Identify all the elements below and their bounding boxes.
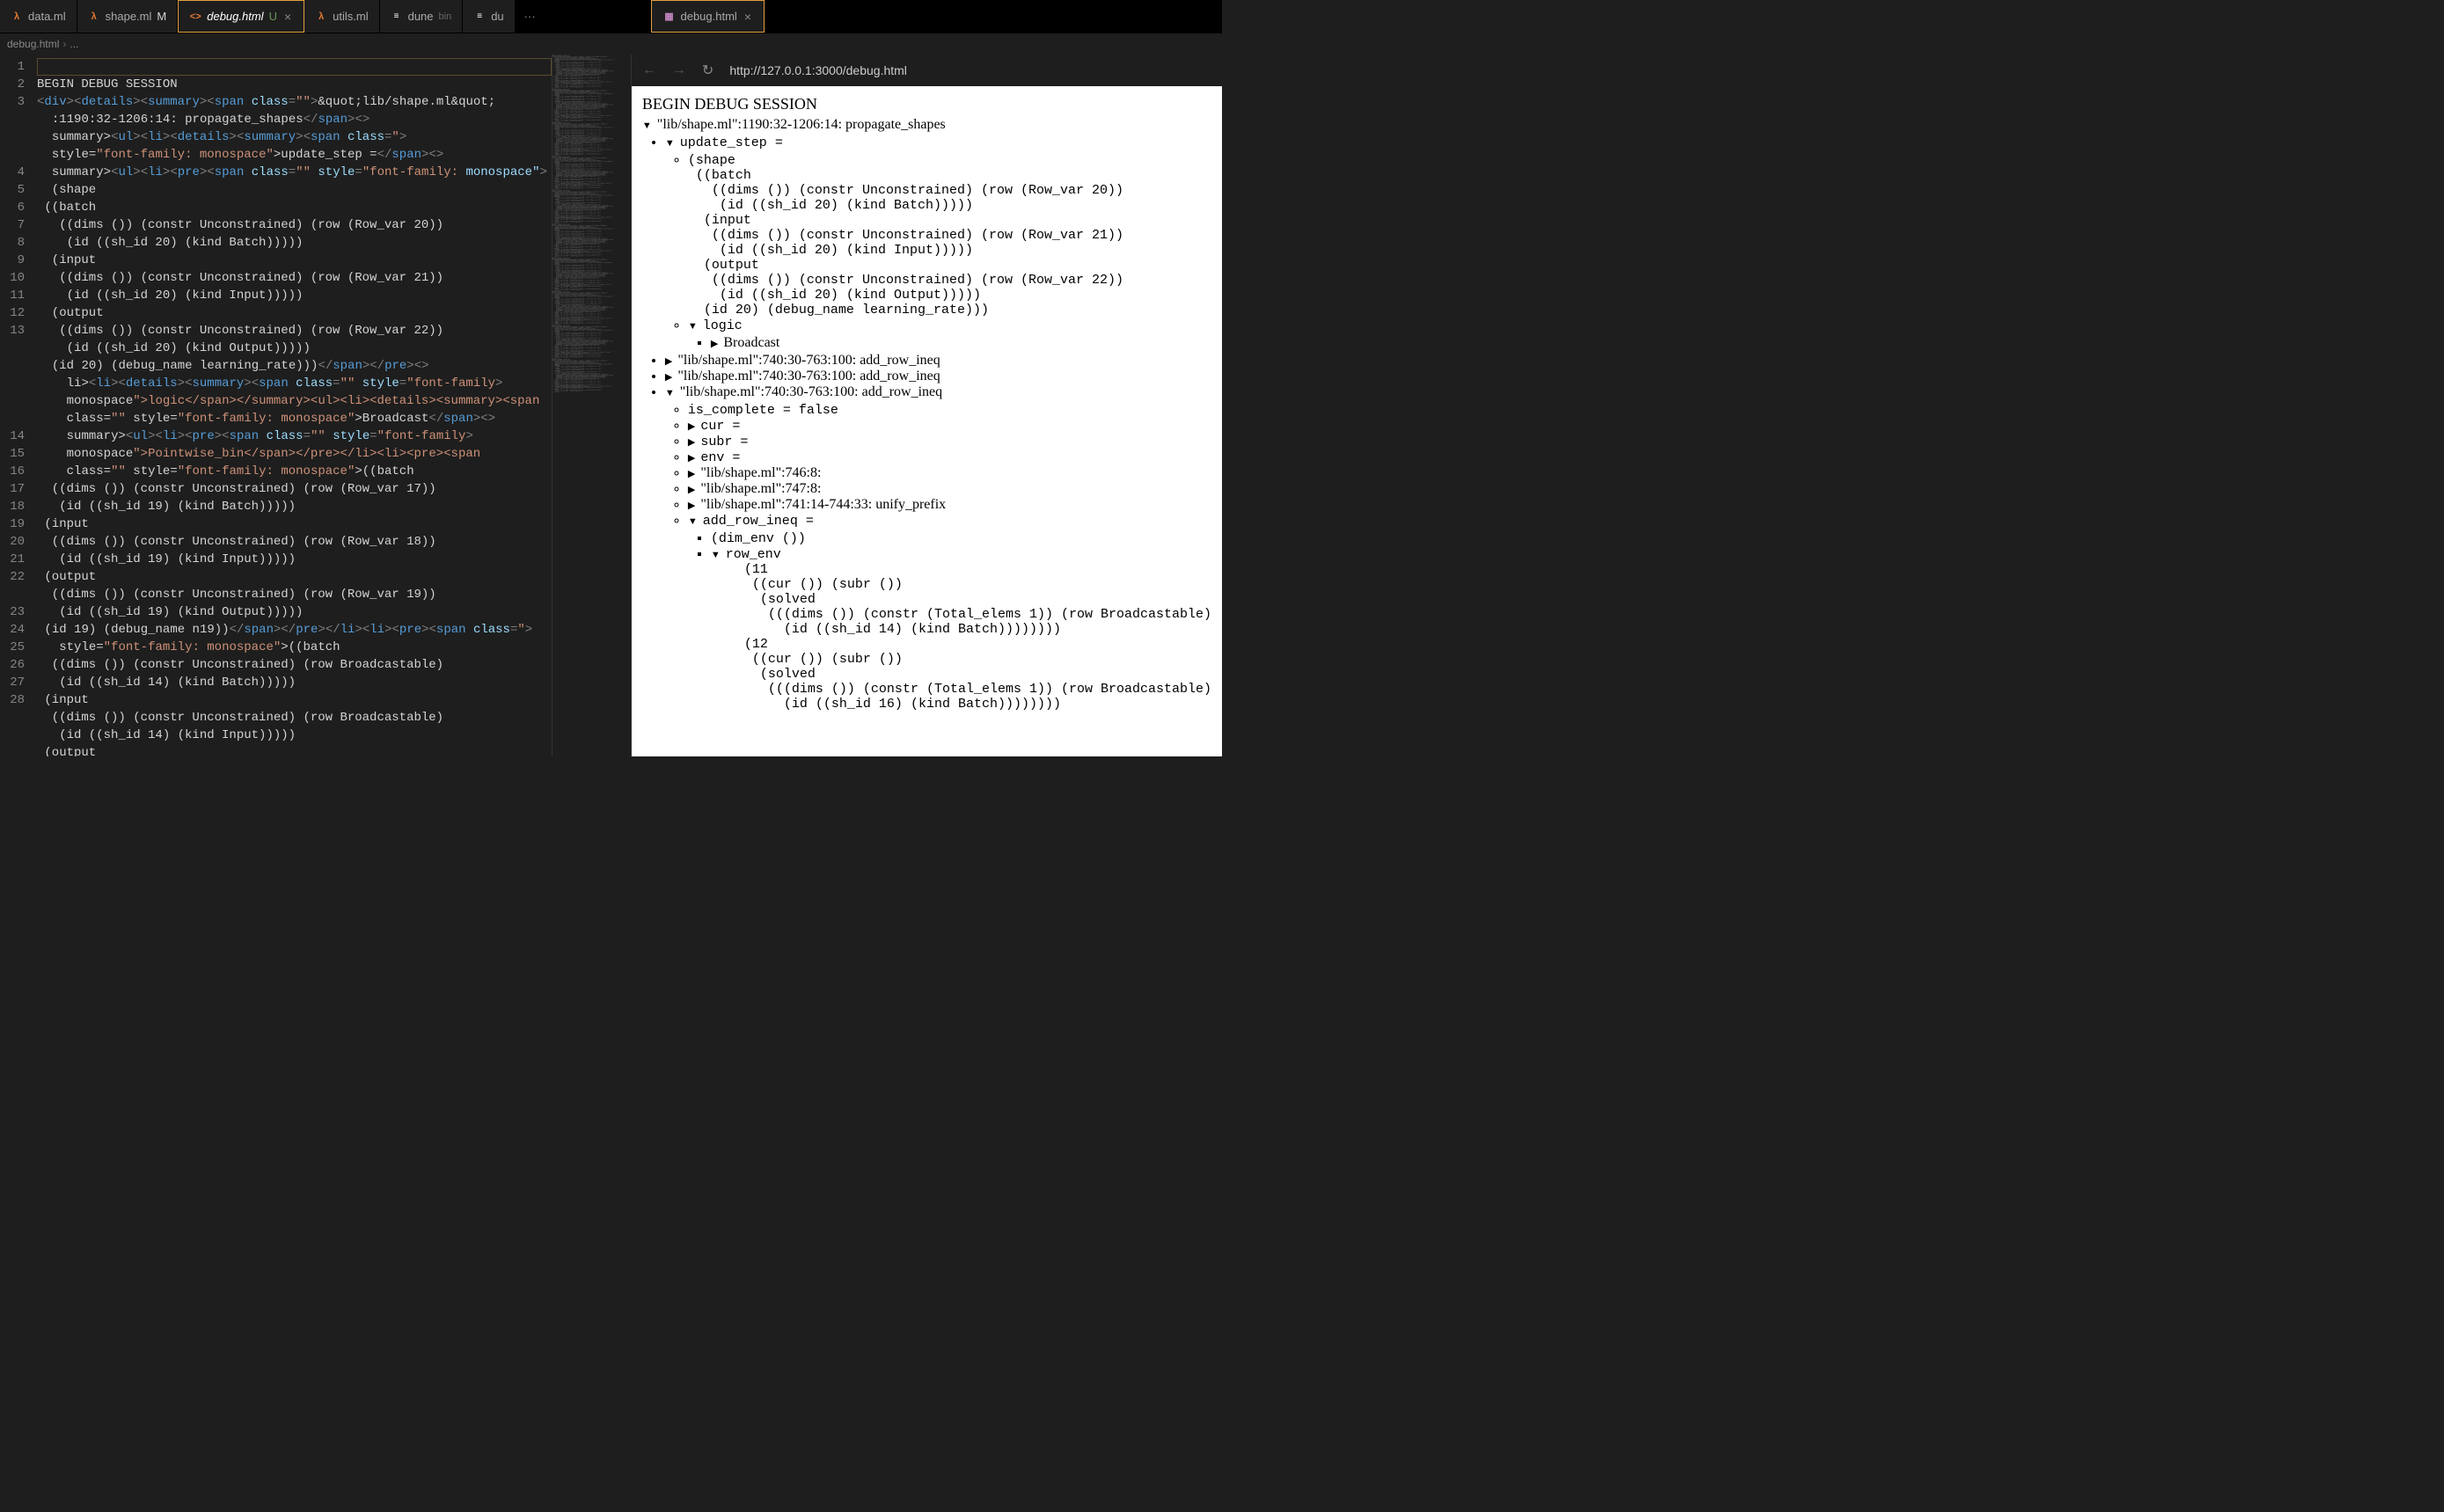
close-icon[interactable]: × — [282, 10, 293, 24]
disclosure-triangle-icon[interactable] — [665, 135, 678, 150]
page-title: BEGIN DEBUG SESSION — [642, 95, 1211, 113]
pre-text: is_complete = false — [688, 403, 838, 418]
tab-label: shape.ml — [106, 10, 152, 23]
ocaml-icon: λ — [315, 11, 327, 23]
breadcrumb-item[interactable]: debug.html — [7, 38, 59, 50]
disclosure-triangle-icon[interactable] — [665, 369, 676, 383]
code-editor[interactable]: BEGIN DEBUG SESSION<div><details><summar… — [37, 55, 552, 756]
disclosure-triangle-icon[interactable] — [688, 418, 699, 433]
tab-dune-bin[interactable]: ≡ dune bin — [380, 0, 464, 33]
disclosure-triangle-icon[interactable] — [688, 434, 699, 449]
details-summary[interactable]: "lib/shape.ml":747:8: — [700, 481, 821, 496]
tab-label: dune — [408, 10, 434, 23]
html-icon: <> — [189, 11, 201, 23]
tab-data-ml[interactable]: λ data.ml — [0, 0, 77, 33]
ocaml-icon: λ — [88, 11, 100, 23]
dune-icon: ≡ — [391, 11, 403, 23]
details-root[interactable]: "lib/shape.ml":1190:32-1206:14: propagat… — [642, 117, 1211, 712]
details-summary[interactable]: row_env — [726, 547, 781, 562]
tab-label: utils.ml — [333, 10, 368, 23]
disclosure-triangle-icon[interactable] — [688, 497, 699, 512]
tab-overflow-button[interactable]: ··· — [516, 0, 545, 33]
details-summary[interactable]: Broadcast — [723, 335, 779, 350]
untracked-indicator: U — [269, 10, 277, 23]
tab-label: debug.html — [680, 10, 736, 23]
disclosure-triangle-icon[interactable] — [688, 449, 699, 464]
details-summary[interactable]: subr = — [700, 435, 748, 449]
disclosure-triangle-icon[interactable] — [665, 384, 678, 399]
dune-icon: ≡ — [473, 11, 486, 23]
minimap[interactable]: BEGIN DEBUG SESSION <div><details><summa… — [552, 55, 631, 756]
details-summary[interactable]: "lib/shape.ml":1190:32-1206:14: propagat… — [657, 117, 946, 132]
breadcrumb-item[interactable]: ... — [70, 38, 78, 50]
details-summary[interactable]: env = — [700, 450, 740, 465]
main-split: 123 45678910111213 141516171819202122 23… — [0, 55, 1222, 756]
nav-back-button[interactable]: ← — [642, 62, 656, 78]
disclosure-triangle-icon[interactable] — [665, 353, 676, 368]
editor-pane: 123 45678910111213 141516171819202122 23… — [0, 55, 631, 756]
tab-shape-ml[interactable]: λ shape.ml M — [77, 0, 179, 33]
preview-pane: ← → ↻ http://127.0.0.1:3000/debug.html B… — [631, 55, 1222, 756]
nav-reload-button[interactable]: ↻ — [702, 62, 713, 79]
tab-hint: bin — [439, 11, 452, 22]
line-number-gutter: 123 45678910111213 141516171819202122 23… — [0, 55, 37, 756]
url-bar[interactable]: http://127.0.0.1:3000/debug.html — [729, 63, 1211, 77]
disclosure-triangle-icon[interactable] — [688, 481, 699, 496]
disclosure-triangle-icon[interactable] — [688, 318, 701, 332]
ocaml-icon: λ — [11, 11, 23, 23]
details-summary[interactable]: "lib/shape.ml":740:30-763:100: add_row_i… — [677, 353, 940, 368]
disclosure-triangle-icon[interactable] — [711, 546, 724, 561]
details-summary[interactable]: "lib/shape.ml":741:14-744:33: unify_pref… — [700, 497, 946, 512]
details-summary[interactable]: "lib/shape.ml":740:30-763:100: add_row_i… — [677, 369, 940, 383]
disclosure-triangle-icon[interactable] — [688, 513, 701, 528]
editor-tab-bar: λ data.ml λ shape.ml M <> debug.html U ×… — [0, 0, 1222, 33]
pre-block: (11 ((cur ()) (subr ()) (solved (((dims … — [728, 562, 1211, 712]
details-summary[interactable]: cur = — [700, 419, 740, 434]
tab-preview-debug-html[interactable]: ▦ debug.html × — [651, 0, 765, 33]
pre-text: (dim_env ()) — [711, 531, 806, 546]
tab-utils-ml[interactable]: λ utils.ml — [304, 0, 379, 33]
preview-toolbar: ← → ↻ http://127.0.0.1:3000/debug.html — [632, 55, 1222, 86]
details-summary[interactable]: update_step = — [680, 135, 783, 150]
tab-debug-html[interactable]: <> debug.html U × — [178, 0, 304, 33]
disclosure-triangle-icon[interactable] — [711, 335, 721, 350]
details-summary[interactable]: "lib/shape.ml":746:8: — [700, 465, 821, 480]
modified-indicator: M — [157, 10, 166, 23]
close-icon[interactable]: × — [743, 10, 753, 24]
preview-document[interactable]: BEGIN DEBUG SESSION "lib/shape.ml":1190:… — [632, 86, 1222, 756]
breadcrumb[interactable]: debug.html › ... — [0, 33, 1222, 55]
details-summary[interactable]: add_row_ineq = — [703, 514, 814, 529]
details-summary[interactable]: logic — [703, 318, 743, 333]
chevron-right-icon: › — [62, 38, 66, 50]
pre-block: (shape ((batch ((dims ()) (constr Uncons… — [688, 153, 1211, 318]
tab-label: data.ml — [28, 10, 66, 23]
tab-label: du — [491, 10, 503, 23]
details-summary[interactable]: "lib/shape.ml":740:30-763:100: add_row_i… — [680, 384, 942, 399]
tab-dune-truncated[interactable]: ≡ du — [463, 0, 515, 33]
preview-icon: ▦ — [662, 11, 675, 23]
disclosure-triangle-icon[interactable] — [688, 465, 699, 480]
nav-forward-button[interactable]: → — [672, 62, 686, 78]
tab-label: debug.html — [207, 10, 263, 23]
disclosure-triangle-icon[interactable] — [642, 117, 655, 132]
